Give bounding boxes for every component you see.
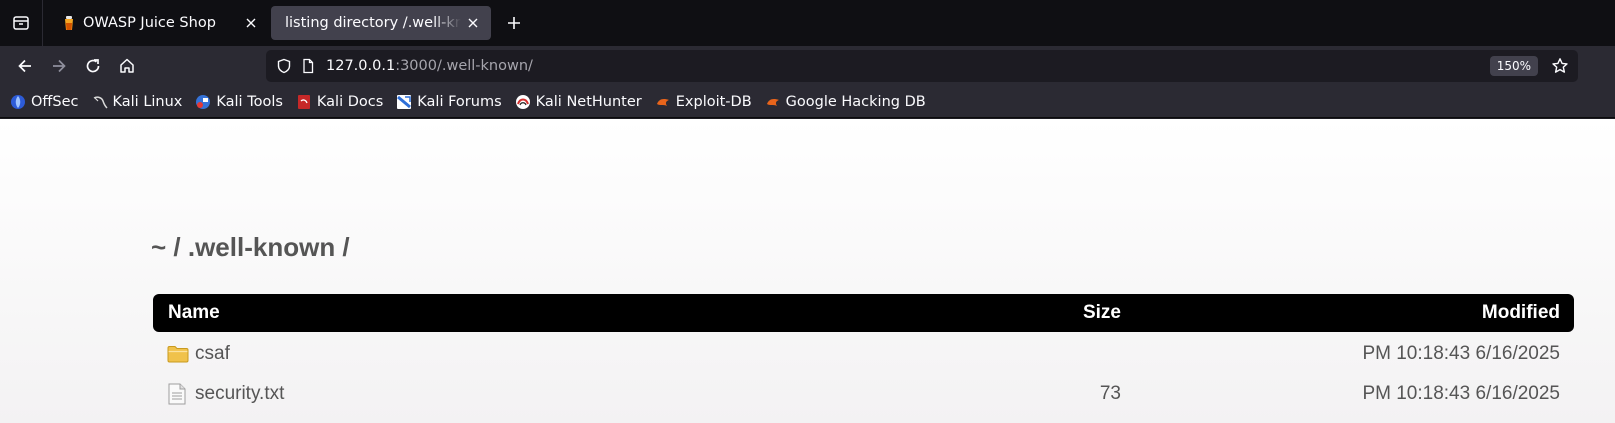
tab-title: listing directory /.well-known/	[285, 15, 461, 31]
bookmark-star-button[interactable]	[1548, 54, 1572, 78]
folder-icon	[167, 346, 189, 363]
bookmark-label: Kali Linux	[112, 93, 183, 110]
kali-dragon-icon	[93, 95, 108, 109]
bookmark-label: Kali Tools	[216, 93, 283, 110]
home-icon	[120, 58, 134, 73]
text-file-icon	[168, 383, 186, 405]
reload-button[interactable]	[76, 49, 110, 83]
kali-docs-icon	[297, 94, 310, 109]
zoom-indicator[interactable]: 150%	[1489, 56, 1538, 76]
home-button[interactable]	[110, 49, 144, 83]
bookmark-label: Kali NetHunter	[535, 93, 642, 110]
kali-forums-icon	[397, 94, 412, 109]
ghdb-icon	[766, 98, 779, 106]
bookmark-label: Kali Docs	[316, 93, 384, 110]
navigation-toolbar: 127.0.0.1:3000/.well-known/ 150%	[0, 46, 1615, 86]
bookmark-kali-forums[interactable]: Kali Forums	[396, 93, 502, 110]
table-row[interactable]: security.txt 73 PM 10:18:43 6/16/2025	[153, 372, 1574, 412]
file-modified: PM 10:18:43 6/16/2025	[1362, 383, 1560, 404]
shield-icon[interactable]	[276, 58, 292, 74]
back-arrow-icon	[18, 59, 31, 73]
file-name[interactable]: security.txt	[195, 383, 284, 405]
bookmarks-toolbar: OffSec Kali Linux Kali Tools Kali Docs K…	[0, 86, 1615, 118]
star-icon	[1552, 58, 1568, 73]
url-path: :3000/.well-known/	[395, 58, 533, 74]
close-tab-icon[interactable]	[239, 11, 263, 35]
tab-list-button[interactable]	[0, 0, 43, 46]
tab-listing-directory[interactable]: listing directory /.well-known/	[271, 6, 491, 40]
address-bar[interactable]: 127.0.0.1:3000/.well-known/ 150%	[266, 50, 1578, 82]
bookmark-exploit-db[interactable]: Exploit-DB	[655, 94, 752, 110]
bookmark-kali-docs[interactable]: Kali Docs	[296, 94, 383, 110]
column-name[interactable]: Name	[168, 302, 220, 324]
kali-tools-icon	[196, 94, 211, 109]
column-modified[interactable]: Modified	[1482, 302, 1560, 324]
table-row[interactable]: csaf PM 10:18:43 6/16/2025	[153, 332, 1574, 372]
url-host: 127.0.0.1	[326, 58, 396, 74]
tab-list-icon	[13, 16, 29, 30]
forward-arrow-icon	[53, 59, 66, 73]
plus-icon	[508, 17, 520, 29]
forward-button[interactable]	[42, 49, 76, 83]
directory-heading: ~ / .well-known /	[151, 232, 350, 262]
bookmark-kali-tools[interactable]: Kali Tools	[195, 94, 283, 110]
juice-shop-icon	[65, 16, 73, 30]
bookmark-google-hacking-db[interactable]: Google Hacking DB	[765, 94, 926, 110]
file-listing-table: Name Size Modified csaf PM 10:18:43 6/16…	[153, 294, 1574, 412]
new-tab-button[interactable]	[497, 6, 531, 40]
kali-nethunter-icon	[515, 94, 530, 109]
reload-icon	[86, 59, 100, 73]
close-tab-icon[interactable]	[461, 11, 485, 35]
file-size: 73	[1099, 383, 1121, 404]
bookmark-label: OffSec	[31, 93, 79, 110]
page-content: ~ / .well-known / Name Size Modified csa…	[0, 119, 1615, 423]
file-modified: PM 10:18:43 6/16/2025	[1362, 343, 1560, 364]
page-icon[interactable]	[300, 58, 316, 74]
offsec-icon	[11, 94, 25, 109]
bookmark-kali-linux[interactable]: Kali Linux	[92, 93, 183, 110]
exploit-db-icon	[656, 98, 669, 106]
bookmark-kali-nethunter[interactable]: Kali NetHunter	[515, 94, 642, 110]
url-text[interactable]: 127.0.0.1:3000/.well-known/	[326, 58, 533, 74]
tab-title: OWASP Juice Shop	[83, 15, 216, 31]
bookmark-label: Google Hacking DB	[785, 93, 926, 110]
table-header: Name Size Modified	[153, 294, 1574, 332]
bookmark-label: Exploit-DB	[675, 93, 752, 110]
bookmark-label: Kali Forums	[417, 93, 502, 110]
tab-juice-shop[interactable]: OWASP Juice Shop	[47, 6, 269, 40]
file-name[interactable]: csaf	[195, 343, 230, 365]
tab-strip: OWASP Juice Shop listing directory /.wel…	[0, 0, 1615, 46]
back-button[interactable]	[8, 49, 42, 83]
bookmark-offsec[interactable]: OffSec	[10, 94, 79, 110]
column-size[interactable]: Size	[1083, 302, 1121, 324]
